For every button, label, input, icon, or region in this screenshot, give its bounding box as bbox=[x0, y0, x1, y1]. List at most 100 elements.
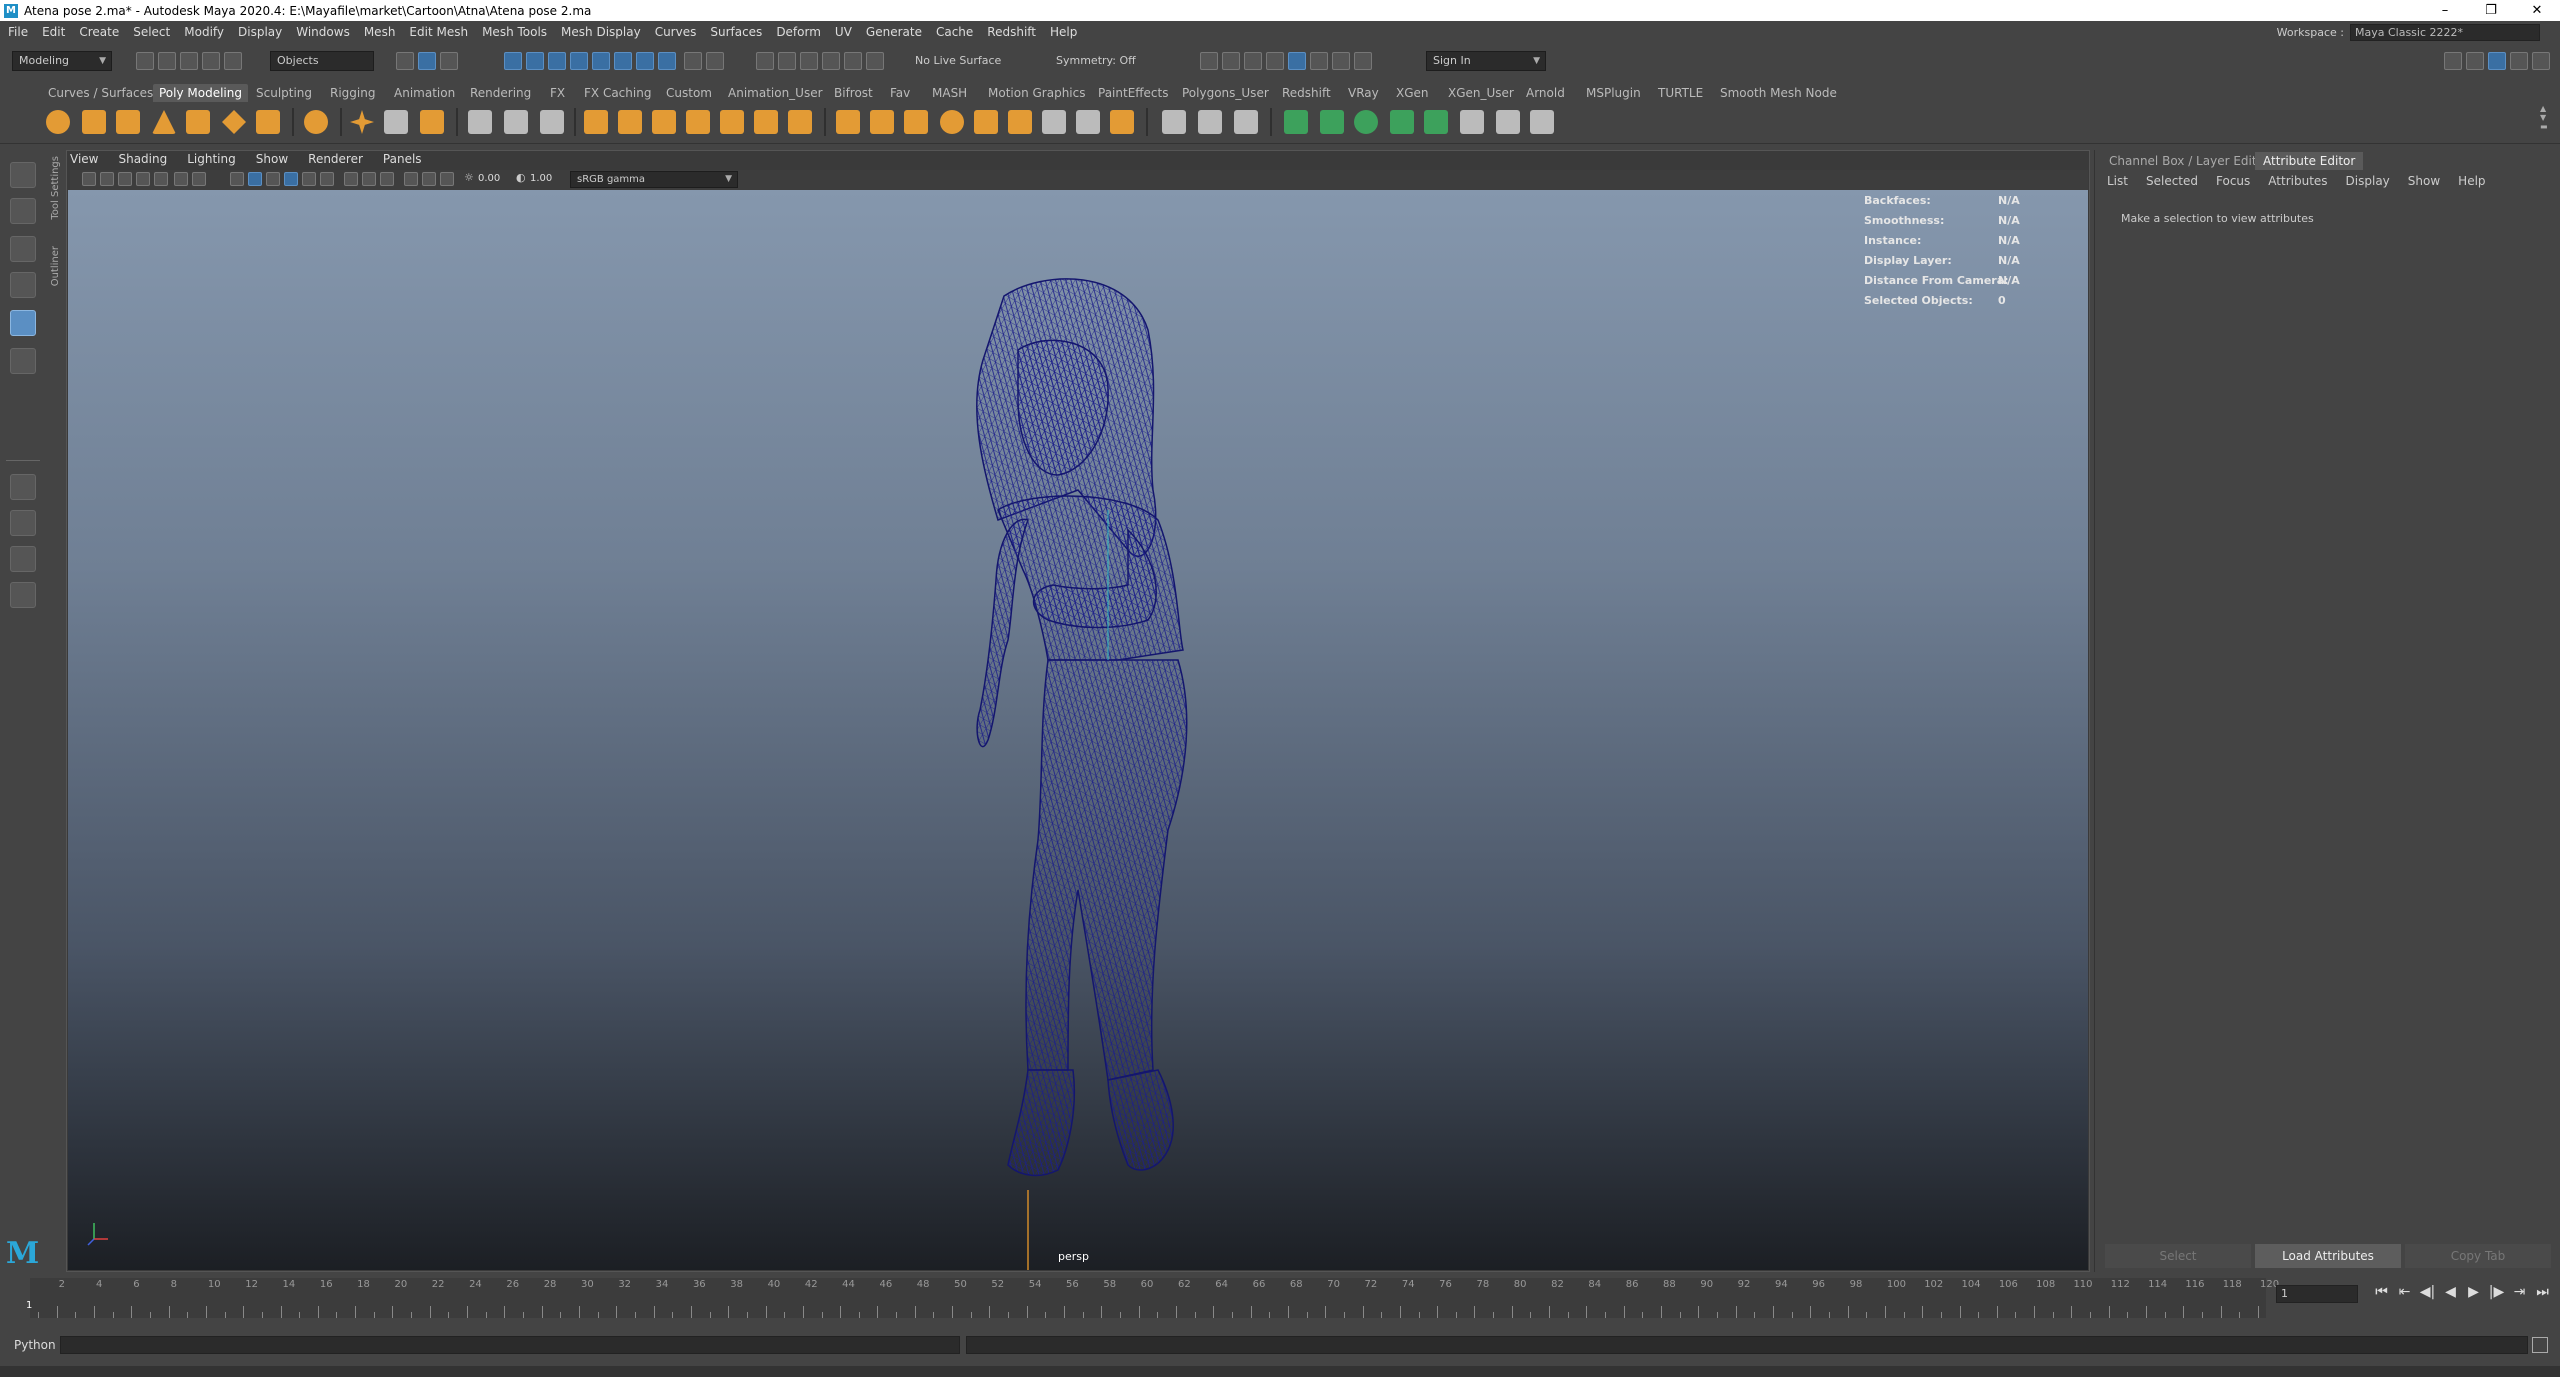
snap-point-icon[interactable] bbox=[800, 52, 818, 70]
play-forwards-icon[interactable]: ▶ bbox=[2462, 1284, 2485, 1300]
automatic-mapping-icon[interactable] bbox=[1390, 110, 1414, 134]
select-by-surface-icon[interactable] bbox=[570, 52, 588, 70]
select-hierarchy-icon[interactable] bbox=[396, 52, 414, 70]
xray-icon[interactable] bbox=[422, 172, 436, 186]
select-by-render-icon[interactable] bbox=[636, 52, 654, 70]
film-gate-icon[interactable] bbox=[174, 172, 188, 186]
scale-tool-icon[interactable] bbox=[10, 348, 36, 374]
menu-display[interactable]: Display bbox=[238, 25, 282, 39]
shelf-tab-rigging[interactable]: Rigging bbox=[324, 84, 381, 102]
pause-viewport-icon[interactable] bbox=[1354, 52, 1372, 70]
shelf-tab-vray[interactable]: VRay bbox=[1342, 84, 1385, 102]
svg-icon[interactable] bbox=[420, 110, 444, 134]
script-language-label[interactable]: Python bbox=[14, 1338, 56, 1352]
color-space-dropdown[interactable]: sRGB gamma ▼ bbox=[570, 171, 738, 188]
attribute-editor-toggle-icon[interactable] bbox=[2466, 52, 2484, 70]
poly-cube-icon[interactable] bbox=[82, 110, 106, 134]
tab-channel-box[interactable]: Channel Box / Layer Editor bbox=[2101, 152, 2277, 170]
boolean-union-icon[interactable] bbox=[652, 110, 676, 134]
selection-mode-dropdown[interactable]: Objects bbox=[270, 51, 374, 71]
shelf-tab-fx[interactable]: FX bbox=[544, 84, 571, 102]
render-view-icon[interactable] bbox=[1200, 52, 1218, 70]
open-scene-icon[interactable] bbox=[158, 52, 176, 70]
shelf-scroll-icon[interactable]: ▲ ▼ ▬ bbox=[2540, 104, 2552, 140]
lock-selection-icon[interactable] bbox=[684, 52, 702, 70]
menu-deform[interactable]: Deform bbox=[776, 25, 821, 39]
four-view-layout-icon[interactable] bbox=[10, 510, 36, 536]
tool-settings-tab[interactable]: Tool Settings bbox=[50, 156, 61, 220]
menu-generate[interactable]: Generate bbox=[866, 25, 922, 39]
poly-text-icon[interactable] bbox=[384, 110, 408, 134]
ambient-occlusion-icon[interactable] bbox=[344, 172, 358, 186]
render-settings-icon[interactable] bbox=[1266, 52, 1284, 70]
tool-settings-toggle-icon[interactable] bbox=[2510, 52, 2528, 70]
go-to-start-icon[interactable]: ⏮ bbox=[2370, 1284, 2393, 1300]
image-plane-icon[interactable] bbox=[136, 172, 150, 186]
load-attributes-button[interactable]: Load Attributes bbox=[2255, 1244, 2401, 1268]
shelf-tab-msplugin[interactable]: MSPlugin bbox=[1580, 84, 1647, 102]
camera-attributes-icon[interactable] bbox=[100, 172, 114, 186]
cut-uv-icon[interactable] bbox=[1530, 110, 1554, 134]
gamma-field[interactable]: 1.00 bbox=[530, 173, 552, 184]
boolean-difference-icon[interactable] bbox=[686, 110, 710, 134]
multi-cut-icon[interactable] bbox=[1042, 110, 1066, 134]
viewport-menu-view[interactable]: View bbox=[70, 152, 98, 170]
quad-draw-icon[interactable] bbox=[1162, 110, 1186, 134]
select-by-deformation-icon[interactable] bbox=[592, 52, 610, 70]
layer-editor-toggle-icon[interactable] bbox=[2532, 52, 2550, 70]
save-scene-icon[interactable] bbox=[180, 52, 198, 70]
viewport-menu-show[interactable]: Show bbox=[256, 152, 288, 170]
single-perspective-view-icon[interactable] bbox=[10, 474, 36, 500]
3d-viewport[interactable] bbox=[68, 190, 2088, 1270]
menu-help[interactable]: Help bbox=[1050, 25, 1077, 39]
menu-modify[interactable]: Modify bbox=[184, 25, 224, 39]
undo-icon[interactable] bbox=[202, 52, 220, 70]
edge-loop-icon[interactable] bbox=[1198, 110, 1222, 134]
shelf-tab-xgen[interactable]: XGen bbox=[1390, 84, 1435, 102]
shelf-tab-bifrost[interactable]: Bifrost bbox=[828, 84, 879, 102]
ae-menu-list[interactable]: List bbox=[2107, 174, 2128, 188]
poke-icon[interactable] bbox=[940, 110, 964, 134]
poly-disc-icon[interactable] bbox=[256, 110, 280, 134]
select-by-dynamic-icon[interactable] bbox=[614, 52, 632, 70]
live-surface-label[interactable]: No Live Surface bbox=[915, 51, 1001, 71]
shelf-tab-poly-modeling[interactable]: Poly Modeling bbox=[153, 84, 248, 102]
append-to-polygon-icon[interactable] bbox=[1008, 110, 1032, 134]
lasso-tool-icon[interactable] bbox=[10, 198, 36, 224]
channel-box-toggle-icon[interactable] bbox=[2488, 52, 2506, 70]
menu-mesh[interactable]: Mesh bbox=[364, 25, 396, 39]
shelf-tab-curves-surfaces[interactable]: Curves / Surfaces bbox=[42, 84, 159, 102]
combine-icon[interactable] bbox=[540, 110, 564, 134]
extrude-icon[interactable] bbox=[788, 110, 812, 134]
shelf-tab-fx-caching[interactable]: FX Caching bbox=[578, 84, 657, 102]
wireframe-on-shaded-icon[interactable] bbox=[266, 172, 280, 186]
ipr-render-icon[interactable] bbox=[1244, 52, 1262, 70]
poly-plane-icon[interactable] bbox=[222, 110, 246, 134]
ae-menu-attributes[interactable]: Attributes bbox=[2268, 174, 2327, 188]
poly-torus-icon[interactable] bbox=[186, 110, 210, 134]
shelf-tab-arnold[interactable]: Arnold bbox=[1520, 84, 1571, 102]
poly-sphere-icon[interactable] bbox=[46, 110, 70, 134]
play-backwards-icon[interactable]: ◀ bbox=[2439, 1284, 2462, 1300]
shelf-tab-sculpting[interactable]: Sculpting bbox=[250, 84, 318, 102]
tab-attribute-editor[interactable]: Attribute Editor bbox=[2255, 152, 2364, 170]
copy-tab-button[interactable]: Copy Tab bbox=[2405, 1244, 2551, 1268]
snap-grid-icon[interactable] bbox=[756, 52, 774, 70]
ae-menu-show[interactable]: Show bbox=[2408, 174, 2440, 188]
select-by-curve-icon[interactable] bbox=[548, 52, 566, 70]
paint-select-tool-icon[interactable] bbox=[10, 236, 36, 262]
shadows-icon[interactable] bbox=[320, 172, 334, 186]
shelf-tab-animation[interactable]: Animation bbox=[388, 84, 461, 102]
mirror-icon[interactable] bbox=[754, 110, 778, 134]
resolution-gate-icon[interactable] bbox=[192, 172, 206, 186]
smooth-shade-icon[interactable] bbox=[248, 172, 262, 186]
menu-curves[interactable]: Curves bbox=[655, 25, 697, 39]
render-setup-icon[interactable] bbox=[1310, 52, 1328, 70]
symmetry-label[interactable]: Symmetry: Off bbox=[1056, 51, 1136, 71]
menuset-dropdown[interactable]: Modeling ▼ bbox=[12, 51, 112, 71]
smooth-icon[interactable] bbox=[468, 110, 492, 134]
shelf-options-icon[interactable] bbox=[8, 108, 24, 140]
use-all-lights-icon[interactable] bbox=[302, 172, 316, 186]
render-frame-icon[interactable] bbox=[1222, 52, 1240, 70]
poly-cone-icon[interactable] bbox=[152, 110, 176, 134]
